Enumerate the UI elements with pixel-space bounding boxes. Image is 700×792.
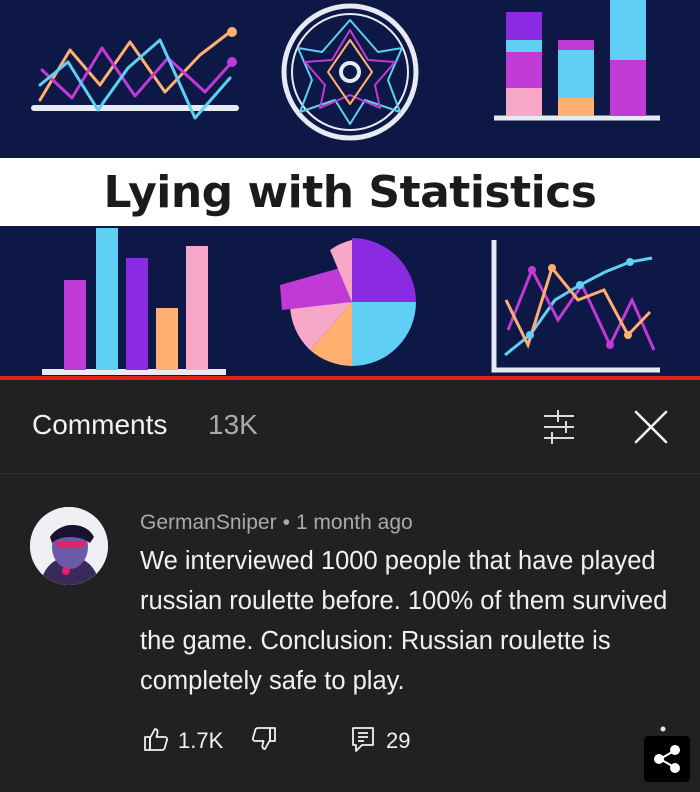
line-chart-icon [31,27,239,120]
comments-count: 13K [208,409,258,440]
multi-line-chart-icon [491,240,660,373]
thumbnail-title-band: Lying with Statistics [0,158,700,226]
reply-count: 29 [386,728,411,753]
comment-author[interactable]: GermanSniper [140,511,277,534]
comments-title: Comments [32,409,168,440]
share-icon[interactable] [644,736,690,782]
comment-time: 1 month ago [295,511,413,534]
filter-icon[interactable] [536,404,582,450]
thumbs-down-icon[interactable] [250,725,278,753]
comment-actions: 1.7K 29 [140,725,700,755]
bar-chart-icon [42,228,226,375]
comment-meta: GermanSniper • 1 month ago [140,511,413,535]
close-icon[interactable] [628,404,674,450]
comment-text: We interviewed 1000 people that have pla… [140,547,668,695]
comment-item: GermanSniper • 1 month ago We interviewed … [0,475,700,792]
pie-chart-icon [280,238,416,366]
thumbnail-title: Lying with Statistics [103,166,597,218]
like-count: 1.7K [178,728,224,753]
video-thumbnail[interactable]: Lying with Statistics [0,0,700,380]
avatar[interactable] [30,507,108,585]
meta-separator: • [282,511,290,534]
reply-icon[interactable] [350,725,376,753]
radar-chart-icon [281,3,419,141]
thumbs-up-icon[interactable] [142,725,170,753]
comments-header: Comments 13K [0,380,700,474]
stacked-bar-icon [494,0,660,121]
